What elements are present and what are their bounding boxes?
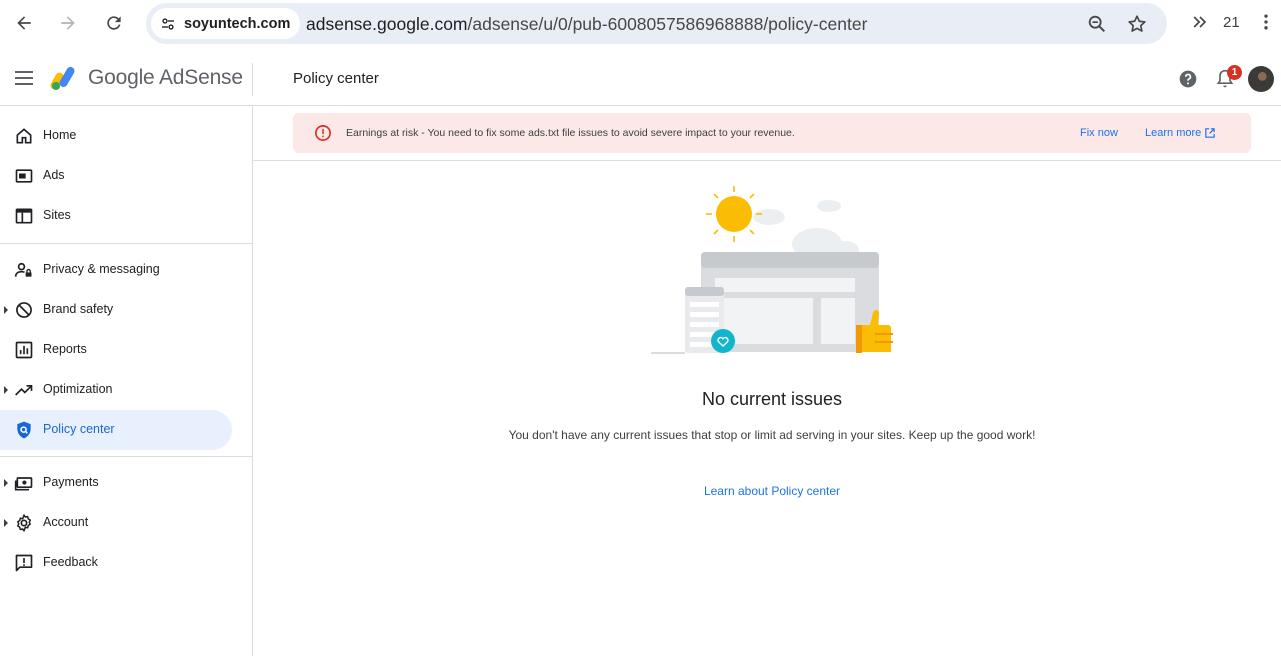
sidebar-divider xyxy=(0,456,252,457)
double-chevron-icon[interactable] xyxy=(1190,12,1210,32)
url-host: adsense.google.com xyxy=(306,14,468,34)
sidebar-item-label: Optimization xyxy=(43,382,113,396)
empty-state-description: You don't have any current issues that s… xyxy=(508,428,1036,442)
empty-state-title: No current issues xyxy=(701,389,843,409)
learn-policy-center-label[interactable]: Learn about Policy center xyxy=(704,484,840,498)
earnings-alert-banner: Earnings at risk - You need to fix some … xyxy=(293,113,1251,153)
sidebar-item-optimization[interactable]: Optimization xyxy=(0,370,232,410)
bookmark-star-icon[interactable] xyxy=(1126,13,1148,35)
sidebar-item-home[interactable]: Home xyxy=(0,116,232,156)
browser-toolbar: soyuntech.com adsense.google.com/adsense… xyxy=(0,0,1281,47)
fix-now-link[interactable]: Fix now xyxy=(1080,127,1118,139)
logo-text: Google AdSense xyxy=(88,66,243,89)
ads-icon xyxy=(15,169,33,183)
external-link-icon xyxy=(1205,128,1216,138)
sidebar-item-label: Sites xyxy=(43,208,71,222)
privacy-icon xyxy=(14,262,32,277)
learn-policy-center-link: Learn about Policy center xyxy=(253,484,1281,498)
sidebar-item-label: Ads xyxy=(43,168,65,182)
sidebar-item-sites[interactable]: Sites xyxy=(0,196,232,236)
back-button[interactable] xyxy=(9,8,39,38)
kebab-menu-icon[interactable] xyxy=(1258,12,1274,32)
app-header: Google AdSense Policy center 1 xyxy=(0,53,1281,106)
sidebar-item-payments[interactable]: Payments xyxy=(0,463,232,503)
optimization-icon xyxy=(15,385,33,396)
sidebar-nav: Home Ads Sites Privacy & messaging Brand… xyxy=(0,106,253,656)
site-chip-label: soyuntech.com xyxy=(184,15,291,32)
sidebar-item-label: Home xyxy=(43,128,77,142)
sidebar-item-label: Feedback xyxy=(43,555,98,569)
reload-icon xyxy=(107,16,121,30)
sidebar-item-label: Policy center xyxy=(43,422,115,436)
arrow-right-icon xyxy=(61,16,75,30)
sidebar-item-reports[interactable]: Reports xyxy=(0,330,232,370)
feedback-icon xyxy=(15,554,33,572)
reports-icon xyxy=(15,341,33,359)
sidebar-item-account[interactable]: Account xyxy=(0,503,232,543)
arrow-left-icon xyxy=(17,16,31,30)
url-path: /adsense/u/0/pub-6008057586968888/policy… xyxy=(467,14,868,34)
expand-caret-icon[interactable] xyxy=(4,386,8,394)
sidebar-item-label: Account xyxy=(43,515,89,529)
page-title: Policy center xyxy=(293,70,379,87)
adsense-logo-icon xyxy=(50,66,75,90)
sidebar-item-brand-safety[interactable]: Brand safety xyxy=(0,290,232,330)
payments-icon xyxy=(14,477,33,491)
adsense-logo[interactable]: Google AdSense xyxy=(50,65,243,91)
header-divider xyxy=(252,63,253,96)
sidebar-item-label: Reports xyxy=(43,342,87,356)
expand-caret-icon[interactable] xyxy=(4,519,8,527)
forward-button[interactable] xyxy=(53,8,83,38)
reload-button[interactable] xyxy=(99,8,129,38)
expand-caret-icon[interactable] xyxy=(4,479,8,487)
site-info-chip[interactable]: soyuntech.com xyxy=(151,8,301,39)
zoom-icon[interactable] xyxy=(1086,13,1108,35)
gear-icon xyxy=(17,514,31,532)
learn-more-label: Learn more xyxy=(1145,127,1202,139)
notification-badge: 1 xyxy=(1227,65,1242,80)
sites-icon xyxy=(15,208,33,224)
brand-safety-icon xyxy=(16,302,32,318)
policy-shield-icon xyxy=(17,421,31,439)
sidebar-item-label: Brand safety xyxy=(43,302,114,316)
sidebar-divider xyxy=(0,243,252,244)
sidebar-item-policy-center[interactable]: Policy center xyxy=(0,410,232,450)
content-divider xyxy=(253,160,1281,161)
hamburger-menu-icon[interactable] xyxy=(15,71,33,85)
error-icon xyxy=(315,125,331,141)
tune-icon xyxy=(162,17,174,30)
expand-caret-icon[interactable] xyxy=(4,306,8,314)
tab-count[interactable]: 21 xyxy=(1223,14,1240,31)
help-icon[interactable] xyxy=(1178,69,1198,89)
avatar[interactable] xyxy=(1248,66,1274,92)
address-bar[interactable]: soyuntech.com adsense.google.com/adsense… xyxy=(146,3,1167,44)
home-icon xyxy=(16,128,32,144)
sidebar-item-ads[interactable]: Ads xyxy=(0,156,232,196)
sidebar-item-feedback[interactable]: Feedback xyxy=(0,543,232,583)
learn-more-link[interactable]: Learn more xyxy=(1145,127,1216,139)
sidebar-item-label: Privacy & messaging xyxy=(43,262,160,276)
no-issues-illustration xyxy=(651,186,893,354)
main-content: Earnings at risk - You need to fix some … xyxy=(253,106,1281,656)
sidebar-item-privacy-messaging[interactable]: Privacy & messaging xyxy=(0,250,232,290)
url-text[interactable]: adsense.google.com/adsense/u/0/pub-60080… xyxy=(306,14,867,35)
sidebar-item-label: Payments xyxy=(43,475,99,489)
alert-message: Earnings at risk - You need to fix some … xyxy=(346,127,795,139)
